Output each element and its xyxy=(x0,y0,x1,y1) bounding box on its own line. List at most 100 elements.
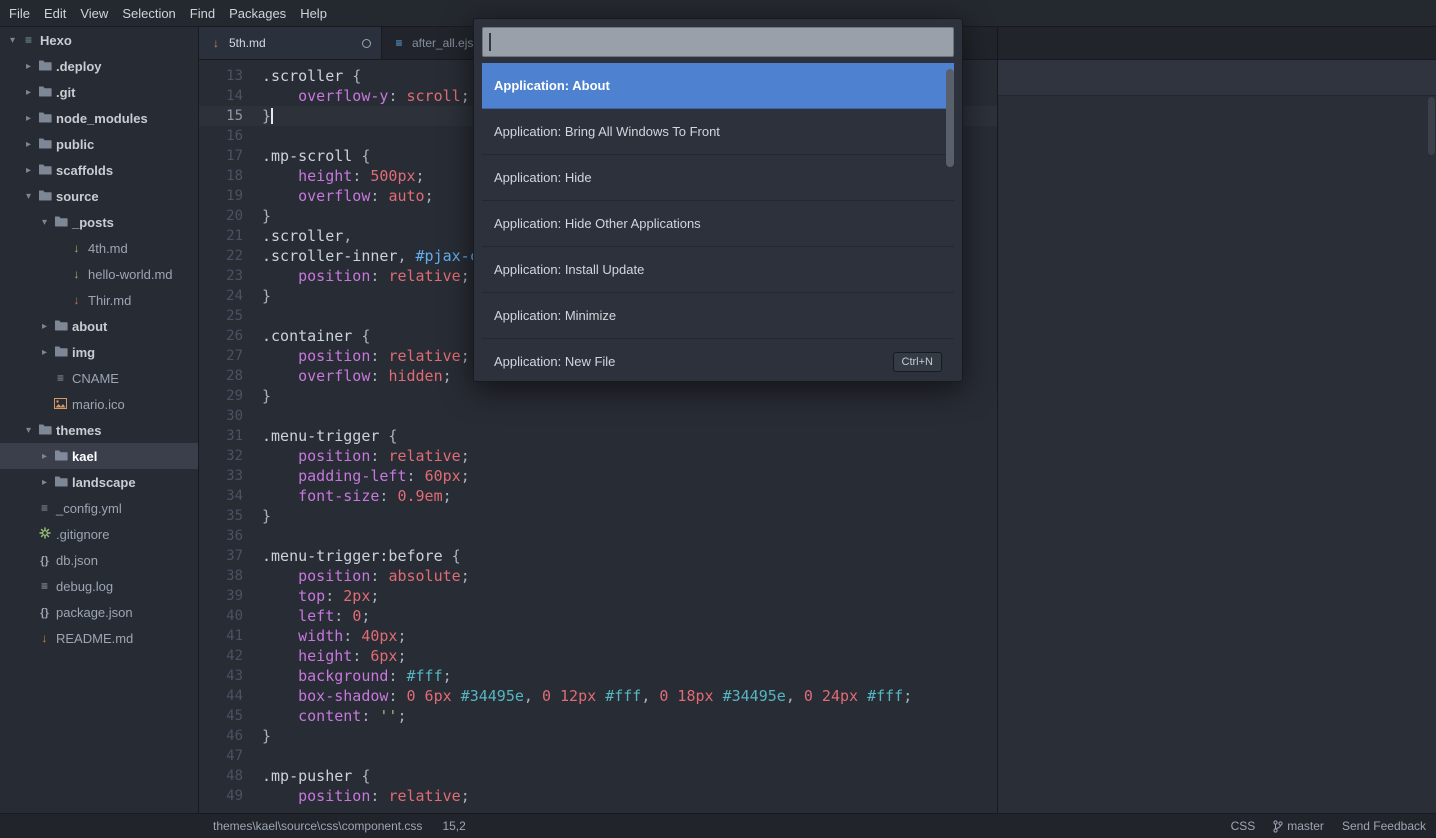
tree-item-config-yml[interactable]: ≡_config.yml xyxy=(0,495,198,521)
code-line-32[interactable]: 32 position: relative; xyxy=(199,446,997,466)
tree-item-debug-log[interactable]: ≡debug.log xyxy=(0,573,198,599)
menu-item-help[interactable]: Help xyxy=(293,0,334,27)
tree-item-label: .gitignore xyxy=(56,527,109,542)
line-text: .container { xyxy=(243,326,370,346)
menu-item-packages[interactable]: Packages xyxy=(222,0,293,27)
tree-item-themes[interactable]: ▾themes xyxy=(0,417,198,443)
code-line-41[interactable]: 41 width: 40px; xyxy=(199,626,997,646)
tab-5th-md[interactable]: ↓5th.md xyxy=(199,27,382,59)
tab-label: 5th.md xyxy=(229,36,266,50)
line-text: overflow: auto; xyxy=(243,186,434,206)
line-text: padding-left: 60px; xyxy=(243,466,470,486)
tree-item-git[interactable]: ▸.git xyxy=(0,79,198,105)
code-line-49[interactable]: 49 position: relative; xyxy=(199,786,997,806)
code-line-47[interactable]: 47 xyxy=(199,746,997,766)
code-line-34[interactable]: 34 font-size: 0.9em; xyxy=(199,486,997,506)
chevron-down-icon: ▾ xyxy=(38,217,51,228)
line-text: } xyxy=(243,726,271,746)
grammar-indicator[interactable]: CSS xyxy=(1231,819,1256,833)
code-line-29[interactable]: 29} xyxy=(199,386,997,406)
code-line-36[interactable]: 36 xyxy=(199,526,997,546)
tree-item-4th-md[interactable]: ↓4th.md xyxy=(0,235,198,261)
tree-item-label: themes xyxy=(56,423,102,438)
modified-indicator[interactable] xyxy=(362,39,371,48)
menu-item-file[interactable]: File xyxy=(2,0,37,27)
tree-item-source[interactable]: ▾source xyxy=(0,183,198,209)
palette-item-application-new-file[interactable]: Application: New FileCtrl+N xyxy=(482,339,954,382)
tree-item-readme-md[interactable]: ↓README.md xyxy=(0,625,198,651)
code-line-35[interactable]: 35} xyxy=(199,506,997,526)
palette-item-application-hide[interactable]: Application: Hide xyxy=(482,155,954,201)
palette-scrollbar[interactable] xyxy=(946,69,954,167)
code-line-48[interactable]: 48.mp-pusher { xyxy=(199,766,997,786)
repo-icon: ≡ xyxy=(19,34,38,46)
code-line-42[interactable]: 42 height: 6px; xyxy=(199,646,997,666)
line-text: box-shadow: 0 6px #34495e, 0 12px #fff, … xyxy=(243,686,912,706)
tree-item-hello-world-md[interactable]: ↓hello-world.md xyxy=(0,261,198,287)
tree-item-label: node_modules xyxy=(56,111,148,126)
tree-item-scaffolds[interactable]: ▸scaffolds xyxy=(0,157,198,183)
palette-item-application-install-update[interactable]: Application: Install Update xyxy=(482,247,954,293)
code-line-30[interactable]: 30 xyxy=(199,406,997,426)
tree-item-mario-ico[interactable]: mario.ico xyxy=(0,391,198,417)
code-line-37[interactable]: 37.menu-trigger:before { xyxy=(199,546,997,566)
line-text: overflow-y: scroll; xyxy=(243,86,470,106)
code-line-40[interactable]: 40 left: 0; xyxy=(199,606,997,626)
line-text: } xyxy=(243,106,273,126)
tree-item-label: README.md xyxy=(56,631,133,646)
code-line-45[interactable]: 45 content: ''; xyxy=(199,706,997,726)
code-line-46[interactable]: 46} xyxy=(199,726,997,746)
tree-item-label: CNAME xyxy=(72,371,119,386)
tree-item-public[interactable]: ▸public xyxy=(0,131,198,157)
palette-item-application-about[interactable]: Application: About xyxy=(482,63,954,109)
tree-item-hexo[interactable]: ▾≡Hexo xyxy=(0,27,198,53)
line-text: width: 40px; xyxy=(243,626,407,646)
code-line-33[interactable]: 33 padding-left: 60px; xyxy=(199,466,997,486)
menu-item-find[interactable]: Find xyxy=(183,0,222,27)
tree-item-kael[interactable]: ▸kael xyxy=(0,443,198,469)
code-line-31[interactable]: 31.menu-trigger { xyxy=(199,426,997,446)
send-feedback[interactable]: Send Feedback xyxy=(1342,819,1426,833)
line-text: position: absolute; xyxy=(243,566,470,586)
right-editor-pane[interactable] xyxy=(997,27,1436,813)
tree-item-package-json[interactable]: {}package.json xyxy=(0,599,198,625)
line-text: } xyxy=(243,386,271,406)
line-text: .scroller { xyxy=(243,66,361,86)
chevron-right-icon: ▸ xyxy=(38,321,51,332)
code-line-39[interactable]: 39 top: 2px; xyxy=(199,586,997,606)
palette-item-application-bring-all-windows-to-front[interactable]: Application: Bring All Windows To Front xyxy=(482,109,954,155)
line-number: 43 xyxy=(199,666,243,686)
tree-item-about[interactable]: ▸about xyxy=(0,313,198,339)
tree-item-node-modules[interactable]: ▸ node_modules xyxy=(0,105,198,131)
tree-item-img[interactable]: ▸img xyxy=(0,339,198,365)
line-text: .scroller, xyxy=(243,226,352,246)
tree-item-thir-md[interactable]: ↓Thir.md xyxy=(0,287,198,313)
cursor-position[interactable]: 15,2 xyxy=(442,819,465,833)
palette-item-application-minimize[interactable]: Application: Minimize xyxy=(482,293,954,339)
menu-item-edit[interactable]: Edit xyxy=(37,0,73,27)
tree-item-label: .deploy xyxy=(56,59,102,74)
tree-item-landscape[interactable]: ▸landscape xyxy=(0,469,198,495)
tree-item-posts[interactable]: ▾_posts xyxy=(0,209,198,235)
chevron-right-icon: ▸ xyxy=(22,87,35,98)
keybinding-badge: Ctrl+N xyxy=(893,352,942,372)
tree-item-db-json[interactable]: {}db.json xyxy=(0,547,198,573)
palette-item-application-hide-other-applications[interactable]: Application: Hide Other Applications xyxy=(482,201,954,247)
command-palette-input[interactable] xyxy=(482,27,954,57)
tree-item-gitignore[interactable]: .gitignore xyxy=(0,521,198,547)
code-line-38[interactable]: 38 position: absolute; xyxy=(199,566,997,586)
tree-item-cname[interactable]: ≡CNAME xyxy=(0,365,198,391)
menu-item-selection[interactable]: Selection xyxy=(115,0,182,27)
code-line-44[interactable]: 44 box-shadow: 0 6px #34495e, 0 12px #ff… xyxy=(199,686,997,706)
file-tree: ▾≡Hexo▸.deploy▸.git▸node_modules▸public▸… xyxy=(0,27,198,651)
code-line-43[interactable]: 43 background: #fff; xyxy=(199,666,997,686)
line-number: 17 xyxy=(199,146,243,166)
tree-item-label: Hexo xyxy=(40,33,72,48)
right-scrollbar[interactable] xyxy=(1428,97,1435,155)
tree-item-deploy[interactable]: ▸.deploy xyxy=(0,53,198,79)
line-number: 48 xyxy=(199,766,243,786)
chevron-right-icon: ▸ xyxy=(22,113,35,124)
menu-item-view[interactable]: View xyxy=(73,0,115,27)
tree-item-label: Thir.md xyxy=(88,293,131,308)
git-branch[interactable]: master xyxy=(1273,819,1324,833)
